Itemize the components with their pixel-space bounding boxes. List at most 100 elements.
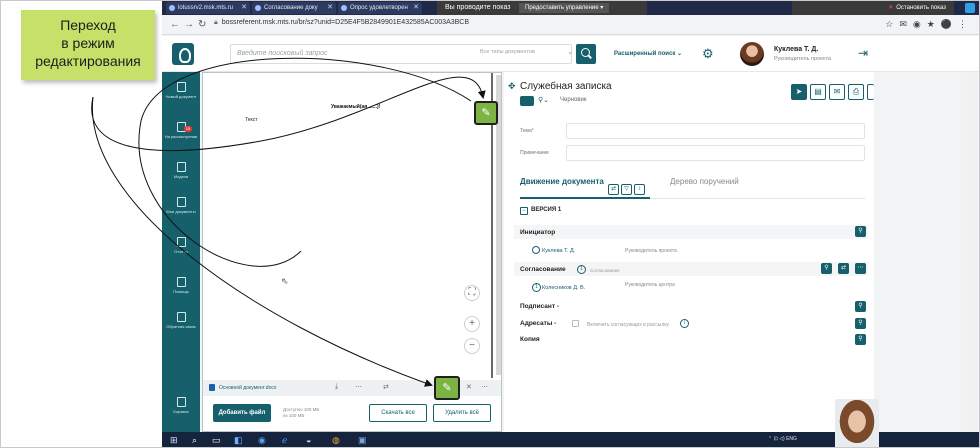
zoom-in-button[interactable]: + <box>464 316 480 332</box>
avatar[interactable] <box>740 42 764 66</box>
app-icon[interactable]: ◒ <box>306 435 311 446</box>
close-tab-icon[interactable]: ✕ <box>241 2 247 14</box>
more-icon[interactable]: ⋯ <box>855 263 866 274</box>
browser-tab-3[interactable]: Опрос удовлетворен ✕ <box>338 2 422 14</box>
edge-icon[interactable]: ℯ <box>282 435 287 446</box>
sidebar-item-reports[interactable]: Отчеты <box>162 237 200 254</box>
document-icon: ▤ <box>814 87 822 96</box>
documents-icon <box>176 197 186 207</box>
models-icon <box>176 162 186 172</box>
chevron-down-icon[interactable]: ⌄ <box>567 47 574 56</box>
app-logo-icon[interactable] <box>172 43 194 65</box>
add-copy-icon[interactable]: ⚲ <box>855 334 866 345</box>
filter-icon[interactable]: ▽ <box>621 184 632 195</box>
mail-button[interactable]: ✉ <box>829 84 845 100</box>
sidebar-item-models[interactable]: Модели <box>162 162 200 179</box>
add-file-button[interactable]: Добавить файл <box>213 404 271 422</box>
delete-button[interactable] <box>867 84 874 100</box>
system-tray[interactable]: ⌃ ⊡ ◁) ENG <box>768 436 797 442</box>
browser-tab-bar: lotussrv2.msk.mts.ru ✕ Согласование доку… <box>162 1 979 15</box>
link-icon[interactable]: ⚲⌄ <box>538 96 549 104</box>
word-icon[interactable]: ▣ <box>358 435 367 446</box>
search-button[interactable] <box>576 44 596 64</box>
active-tab-indicator <box>520 197 650 199</box>
tab-document-movement[interactable]: Движение документа <box>520 177 604 186</box>
more-icon[interactable]: ⋯ <box>355 383 362 391</box>
route-icon[interactable]: ⇄ <box>838 263 849 274</box>
fit-page-button[interactable]: ⛶ <box>464 285 480 301</box>
collapse-version-icon[interactable]: − <box>520 207 528 215</box>
stop-share-label: Остановить показ <box>896 5 946 11</box>
browser-tab-2[interactable]: Согласование доку ✕ <box>252 2 336 14</box>
send-icon: ➤ <box>795 87 803 96</box>
move-handle-icon[interactable]: ✥ <box>508 81 516 92</box>
initiator-role: Руководитель проекта <box>625 248 677 254</box>
app-corner-icon[interactable] <box>965 3 975 13</box>
download-all-button[interactable]: Скачать все <box>369 404 427 422</box>
logout-icon[interactable]: ⇥ <box>858 46 868 60</box>
note-field[interactable] <box>566 145 865 161</box>
swap-icon[interactable]: ⇄ <box>608 184 619 195</box>
approver-name[interactable]: Колесников Д. В. <box>542 285 585 291</box>
advanced-search-button[interactable]: Расширенный поиск ⌄ <box>614 50 682 57</box>
sidebar-item-review[interactable]: 15 На рассмотрении <box>162 122 200 139</box>
give-control-button[interactable]: Предоставить управление ▾ <box>519 3 610 13</box>
back-icon[interactable]: ← <box>170 19 180 30</box>
sidebar-item-my-documents[interactable]: Мои документы <box>162 197 200 214</box>
sidebar-item-feedback[interactable]: Обратная связь <box>162 312 200 329</box>
send-button[interactable]: ➤ <box>791 84 807 100</box>
version-label: ВЕРСИЯ 1 <box>531 207 562 213</box>
add-signer-icon[interactable]: ⚲ <box>855 301 866 312</box>
browser-tab-1[interactable]: lotussrv2.msk.mts.ru ✕ <box>166 2 250 14</box>
skype-icon[interactable]: ◉ <box>258 435 266 446</box>
add-recipient-icon[interactable]: ⚲ <box>855 318 866 329</box>
outlook-icon[interactable]: ◧ <box>234 435 243 446</box>
sidebar-item-help[interactable]: Помощь <box>162 277 200 294</box>
sidebar-item-new-document[interactable]: Новый документ <box>162 82 200 99</box>
sidebar-item-trash[interactable]: Корзина <box>162 397 200 414</box>
edit-file-button[interactable]: ✎ <box>434 376 460 400</box>
print-button[interactable]: ⎙ <box>848 84 864 100</box>
file-name[interactable]: Основной документ.docx <box>219 385 276 391</box>
input-language[interactable]: ENG <box>786 436 797 442</box>
include-approvers-checkbox[interactable] <box>572 320 579 327</box>
document-viewer: Уважаемый(ая ......)! Текст ⇖ ✎ ⛶ + − Ос… <box>202 72 502 432</box>
search-icon[interactable]: ⌕ <box>192 435 197 446</box>
stop-share-button[interactable]: ✕ Остановить показ <box>792 1 954 15</box>
close-tab-icon[interactable]: ✕ <box>413 2 419 14</box>
gear-icon[interactable]: ⚙ <box>702 46 714 62</box>
doc-types-select[interactable]: Все типы документов <box>480 49 535 55</box>
forward-icon[interactable]: → <box>184 19 194 30</box>
tab-task-tree[interactable]: Дерево поручений <box>670 177 739 186</box>
delete-all-button[interactable]: Удалить всё <box>433 404 491 422</box>
initiator-name[interactable]: Куклева Т. Д. <box>542 248 575 254</box>
approval-status: Согласование <box>590 268 620 273</box>
add-person-icon[interactable]: ⚲ <box>855 226 866 237</box>
windows-start-icon[interactable]: ⊞ <box>170 435 178 446</box>
favicon-icon <box>255 5 261 11</box>
download-icon[interactable]: ⤓ <box>335 383 338 391</box>
edit-mode-button[interactable]: ✎ <box>474 101 498 125</box>
more-icon[interactable]: ⋯ <box>481 383 488 391</box>
info-icon[interactable]: i <box>680 319 689 328</box>
browser-actions[interactable]: ☆✉◉★⚫⋮ <box>885 19 973 30</box>
close-tab-icon[interactable]: ✕ <box>327 2 333 14</box>
doc-view-button[interactable]: ▤ <box>810 84 826 100</box>
page-scrollbar[interactable] <box>967 72 977 432</box>
delete-icon[interactable]: ✕ <box>466 383 472 391</box>
sidebar-item-label: Новый документ <box>165 94 197 99</box>
url-field[interactable]: 🔒︎ bossreferent.msk.mts.ru/br/sz?unid=D25… <box>214 19 469 27</box>
task-view-icon[interactable]: ▭ <box>212 435 221 446</box>
topic-label: Тема* <box>520 128 534 134</box>
chrome-icon[interactable]: ◍ <box>332 435 340 446</box>
document-page[interactable]: Уважаемый(ая ......)! Текст ⇖ <box>203 73 493 378</box>
replace-icon[interactable]: ⇄ <box>383 383 389 391</box>
mouse-cursor-icon: ⇖ <box>281 276 289 286</box>
reload-icon[interactable]: ↻ <box>198 19 206 30</box>
add-approver-icon[interactable]: ⚲ <box>821 263 832 274</box>
topic-field[interactable] <box>566 123 865 139</box>
zoom-out-button[interactable]: − <box>464 338 480 354</box>
presenter-video <box>835 399 879 447</box>
print-icon[interactable] <box>520 96 534 106</box>
sort-icon[interactable]: ↕ <box>634 184 645 195</box>
